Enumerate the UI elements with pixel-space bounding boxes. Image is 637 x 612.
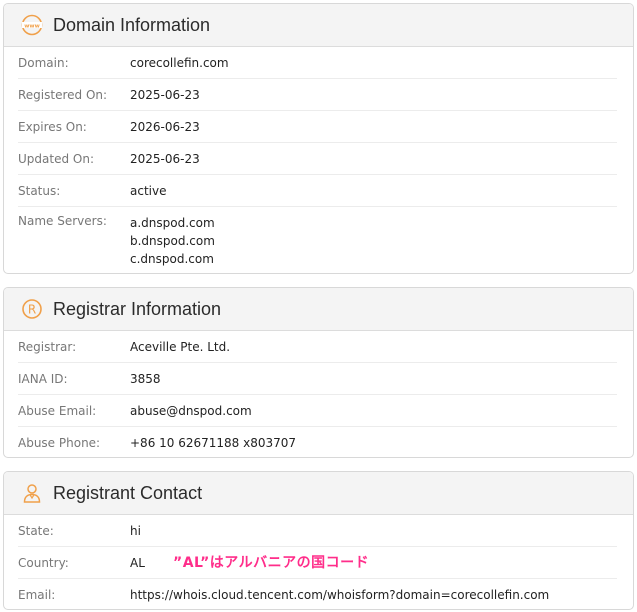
registrar-information-body: Registrar: Aceville Pte. Ltd. IANA ID: 3…	[4, 331, 633, 457]
registrar-information-header: R Registrar Information	[4, 288, 633, 331]
domain-information-card: www Domain Information Domain: corecolle…	[3, 3, 634, 274]
state-value: hi	[130, 523, 141, 538]
registrar-value: Aceville Pte. Ltd.	[130, 339, 231, 354]
name-servers-row: Name Servers: a.dnspod.com b.dnspod.com …	[18, 207, 617, 273]
abuse-email-value: abuse@dnspod.com	[130, 403, 252, 418]
updated-on-value: 2025-06-23	[130, 151, 200, 166]
person-icon	[20, 481, 44, 505]
expires-on-label: Expires On:	[18, 119, 87, 134]
iana-id-row: IANA ID: 3858	[18, 363, 617, 395]
registered-on-value: 2025-06-23	[130, 87, 200, 102]
registrar-label: Registrar:	[18, 339, 77, 354]
email-label: Email:	[18, 588, 56, 602]
registered-on-label: Registered On:	[18, 87, 108, 102]
name-server-item: a.dnspod.com	[130, 216, 215, 230]
domain-value: corecollefin.com	[130, 55, 229, 70]
abuse-phone-label: Abuse Phone:	[18, 436, 101, 450]
name-server-item: c.dnspod.com	[130, 252, 214, 266]
status-label: Status:	[18, 183, 61, 198]
iana-id-label: IANA ID:	[18, 371, 68, 386]
expires-on-value: 2026-06-23	[130, 119, 200, 134]
domain-information-body: Domain: corecollefin.com Registered On: …	[4, 47, 633, 273]
abuse-email-label: Abuse Email:	[18, 403, 97, 418]
name-servers-label: Name Servers:	[18, 214, 107, 228]
registrant-contact-header: Registrant Contact	[4, 472, 633, 515]
svg-text:R: R	[28, 303, 36, 317]
domain-information-title: Domain Information	[53, 14, 211, 35]
svg-text:www: www	[24, 23, 40, 29]
name-server-item: b.dnspod.com	[130, 234, 215, 248]
registrar-row: Registrar: Aceville Pte. Ltd.	[18, 331, 617, 363]
registrant-contact-card: Registrant Contact State: hi Country: AL…	[3, 471, 634, 610]
email-value[interactable]: https://whois.cloud.tencent.com/whoisfor…	[130, 588, 549, 602]
domain-row: Domain: corecollefin.com	[18, 47, 617, 79]
email-row: Email: https://whois.cloud.tencent.com/w…	[18, 579, 617, 609]
state-row: State: hi	[18, 515, 617, 547]
state-label: State:	[18, 523, 54, 538]
country-code-annotation: ”AL”はアルバニアの国コード	[173, 555, 370, 571]
country-label: Country:	[18, 555, 69, 570]
status-value: active	[130, 183, 167, 198]
status-row: Status: active	[18, 175, 617, 207]
updated-on-row: Updated On: 2025-06-23	[18, 143, 617, 175]
abuse-phone-value: +86 10 62671188 x803707	[130, 436, 297, 450]
registrar-information-title: Registrar Information	[53, 298, 222, 319]
registered-icon: R	[20, 297, 44, 321]
expires-on-row: Expires On: 2026-06-23	[18, 111, 617, 143]
registrant-contact-title: Registrant Contact	[53, 482, 203, 503]
registrar-information-card: R Registrar Information Registrar: Acevi…	[3, 287, 634, 458]
domain-label: Domain:	[18, 55, 69, 70]
iana-id-value: 3858	[130, 371, 161, 386]
abuse-email-row: Abuse Email: abuse@dnspod.com	[18, 395, 617, 427]
www-globe-icon: www	[20, 13, 44, 37]
registered-on-row: Registered On: 2025-06-23	[18, 79, 617, 111]
updated-on-label: Updated On:	[18, 151, 94, 166]
domain-information-header: www Domain Information	[4, 4, 633, 47]
name-servers-list: a.dnspod.com b.dnspod.com c.dnspod.com	[130, 214, 215, 268]
country-value: AL	[130, 555, 145, 570]
abuse-phone-row: Abuse Phone: +86 10 62671188 x803707	[18, 427, 617, 457]
